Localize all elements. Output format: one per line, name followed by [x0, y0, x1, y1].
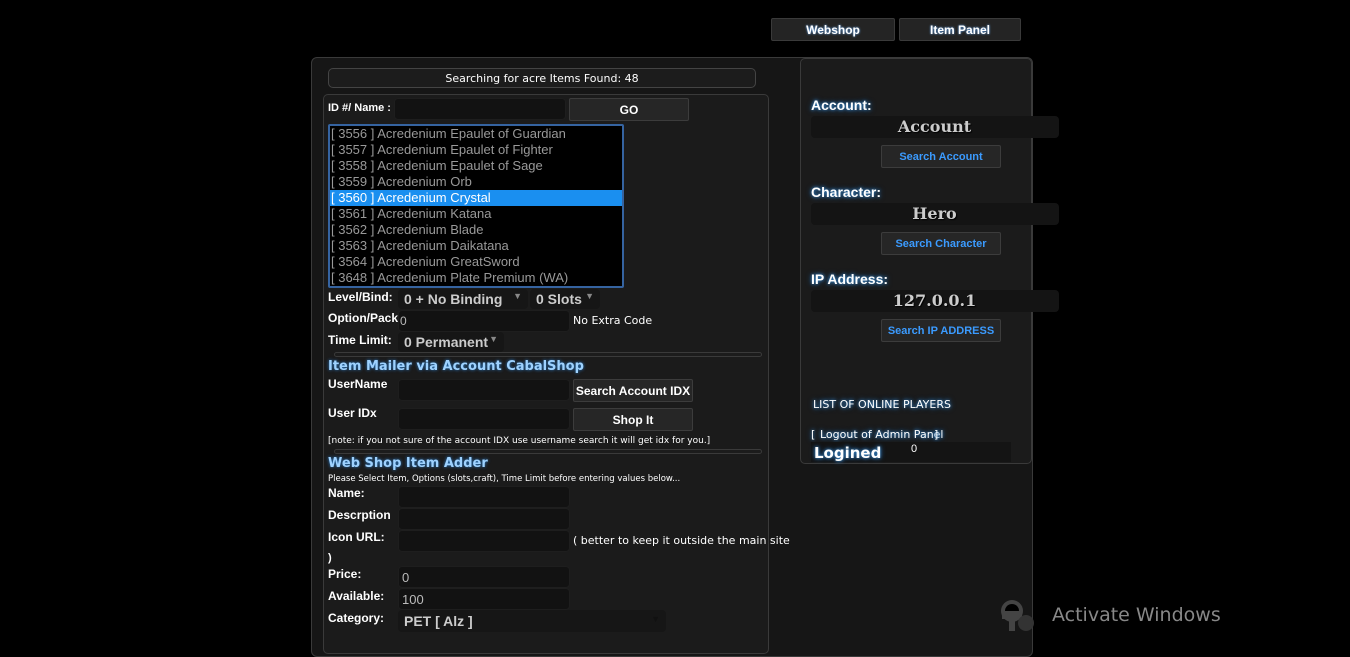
shop-it-button[interactable]: Shop It [573, 408, 693, 431]
slots-value: 0 Slots [536, 291, 582, 307]
useridx-label: User IDx [328, 406, 377, 420]
icon-url-note: ( better to keep it outside the main sit… [573, 534, 790, 547]
level-bind-label: Level/Bind: [328, 290, 393, 304]
account-label: Account: [811, 97, 872, 113]
item-option[interactable]: [ 3560 ] Acredenium Crystal [330, 190, 622, 206]
username-label: UserName [328, 377, 388, 391]
online-players-link[interactable]: LIST OF ONLINE PLAYERS [813, 398, 951, 411]
time-limit-label: Time Limit: [328, 333, 392, 347]
name-label: Name: [328, 486, 365, 500]
slots-select[interactable]: 0 Slots ▼ [530, 289, 600, 309]
divider [334, 449, 762, 454]
icon-url-note-end: ) [328, 552, 332, 564]
key-icon [1001, 600, 1034, 631]
item-list[interactable]: [ 3556 ] Acredenium Epaulet of Guardian[… [328, 124, 624, 288]
option-pack-input[interactable] [398, 310, 570, 332]
logined-count: 0 [911, 443, 918, 455]
level-bind-value: 0 + No Binding [404, 291, 503, 307]
price-input[interactable] [398, 566, 570, 588]
item-option[interactable]: [ 3562 ] Acredenium Blade [330, 222, 622, 238]
character-input[interactable]: Hero [811, 203, 1059, 225]
mailer-title: Item Mailer via Account CabalShop [328, 359, 584, 374]
time-limit-select[interactable]: 0 Permanent ▼ [398, 332, 504, 352]
item-option[interactable]: [ 3561 ] Acredenium Katana [330, 206, 622, 222]
mailer-note: [note: if you not sure of the account ID… [328, 436, 711, 446]
logined-label: Logined [814, 444, 882, 462]
useridx-input[interactable] [398, 408, 570, 430]
name-input[interactable] [398, 486, 570, 508]
chevron-down-icon: ▼ [651, 614, 660, 624]
available-label: Available: [328, 589, 385, 603]
webshop-tab[interactable]: Webshop [771, 18, 895, 41]
top-nav: Webshop Item Panel [771, 18, 1021, 41]
search-status: Searching for acre Items Found: 48 [328, 68, 756, 88]
description-input[interactable] [398, 508, 570, 530]
search-label: ID #/ Name : [328, 102, 391, 114]
option-pack-label: Option/Pack: [328, 311, 403, 325]
divider [334, 352, 762, 357]
character-label: Character: [811, 184, 882, 200]
logout-link[interactable]: Logout of Admin Panel [820, 428, 944, 441]
ip-address-label: IP Address: [811, 271, 889, 287]
logout-bracket-open: [ [811, 428, 816, 441]
chevron-down-icon: ▼ [489, 334, 498, 344]
time-limit-value: 0 Permanent [404, 334, 489, 350]
adder-title: Web Shop Item Adder [328, 456, 488, 471]
search-account-button[interactable]: Search Account [881, 145, 1001, 168]
search-character-button[interactable]: Search Character [881, 232, 1001, 255]
activate-windows-watermark: Activate Windows [1052, 604, 1221, 626]
option-note: No Extra Code [573, 314, 653, 327]
description-label: Descrption [328, 508, 391, 522]
username-input[interactable] [398, 379, 570, 401]
chevron-down-icon: ▼ [585, 291, 594, 301]
item-option[interactable]: [ 3556 ] Acredenium Epaulet of Guardian [330, 126, 622, 142]
icon-url-input[interactable] [398, 530, 570, 552]
available-input[interactable] [398, 588, 570, 610]
item-panel-tab[interactable]: Item Panel [899, 18, 1021, 41]
ip-address-input[interactable]: 127.0.0.1 [811, 290, 1059, 312]
chevron-down-icon: ▼ [513, 291, 522, 301]
item-option[interactable]: [ 3648 ] Acredenium Plate Premium (WA) [330, 270, 622, 286]
item-option[interactable]: [ 3563 ] Acredenium Daikatana [330, 238, 622, 254]
search-account-idx-button[interactable]: Search Account IDX [573, 379, 693, 402]
search-ip-button[interactable]: Search IP ADDRESS [881, 319, 1001, 342]
icon-url-label: Icon URL: [328, 530, 385, 544]
account-input[interactable]: Account [811, 116, 1059, 138]
item-option[interactable]: [ 3564 ] Acredenium GreatSword [330, 254, 622, 270]
category-select[interactable]: PET [ Alz ] ▼ [398, 610, 666, 632]
go-button[interactable]: GO [569, 98, 689, 121]
level-bind-select[interactable]: 0 + No Binding ▼ [398, 289, 528, 309]
search-input[interactable] [394, 98, 566, 120]
item-option[interactable]: [ 3558 ] Acredenium Epaulet of Sage [330, 158, 622, 174]
item-option[interactable]: [ 3557 ] Acredenium Epaulet of Fighter [330, 142, 622, 158]
category-value: PET [ Alz ] [404, 613, 473, 629]
category-label: Category: [328, 611, 385, 625]
adder-hint: Please Select Item, Options (slots,craft… [328, 474, 681, 484]
logout-bracket-close: ] [934, 428, 939, 441]
item-option[interactable]: [ 3559 ] Acredenium Orb [330, 174, 622, 190]
price-label: Price: [328, 567, 362, 581]
